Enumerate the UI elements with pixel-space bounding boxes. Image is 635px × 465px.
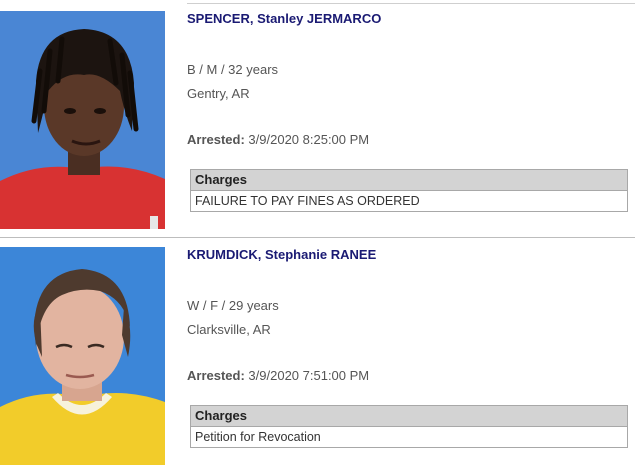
- charges-header: Charges: [191, 170, 627, 191]
- mugshot-photo[interactable]: [0, 11, 165, 229]
- inmate-name-link[interactable]: KRUMDICK, Stephanie RANEE: [187, 247, 376, 262]
- arrest-info: Arrested: 3/9/2020 8:25:00 PM: [187, 132, 369, 147]
- location-text: Clarksville, AR: [187, 322, 271, 337]
- charge-row: Petition for Revocation: [191, 427, 627, 447]
- arrested-label: Arrested:: [187, 368, 245, 383]
- demographics-text: B / M / 32 years: [187, 62, 279, 77]
- charges-table: Charges Petition for Revocation: [190, 405, 628, 448]
- inmate-name-link[interactable]: SPENCER, Stanley JERMARCO: [187, 11, 381, 26]
- arrested-value: 3/9/2020 8:25:00 PM: [248, 132, 370, 147]
- arrest-info: Arrested: 3/9/2020 7:51:00 PM: [187, 368, 369, 383]
- arrested-label: Arrested:: [187, 132, 245, 147]
- location-text: Gentry, AR: [187, 86, 250, 101]
- charges-header: Charges: [191, 406, 627, 427]
- charges-table: Charges FAILURE TO PAY FINES AS ORDERED: [190, 169, 628, 212]
- inmate-record: SPENCER, Stanley JERMARCO B / M / 32 yea…: [0, 0, 635, 229]
- mugshot-photo[interactable]: [0, 247, 165, 465]
- demographics-text: W / F / 29 years: [187, 298, 279, 313]
- arrested-value: 3/9/2020 7:51:00 PM: [248, 368, 370, 383]
- inmate-record: KRUMDICK, Stephanie RANEE W / F / 29 yea…: [0, 236, 635, 465]
- charge-row: FAILURE TO PAY FINES AS ORDERED: [191, 191, 627, 211]
